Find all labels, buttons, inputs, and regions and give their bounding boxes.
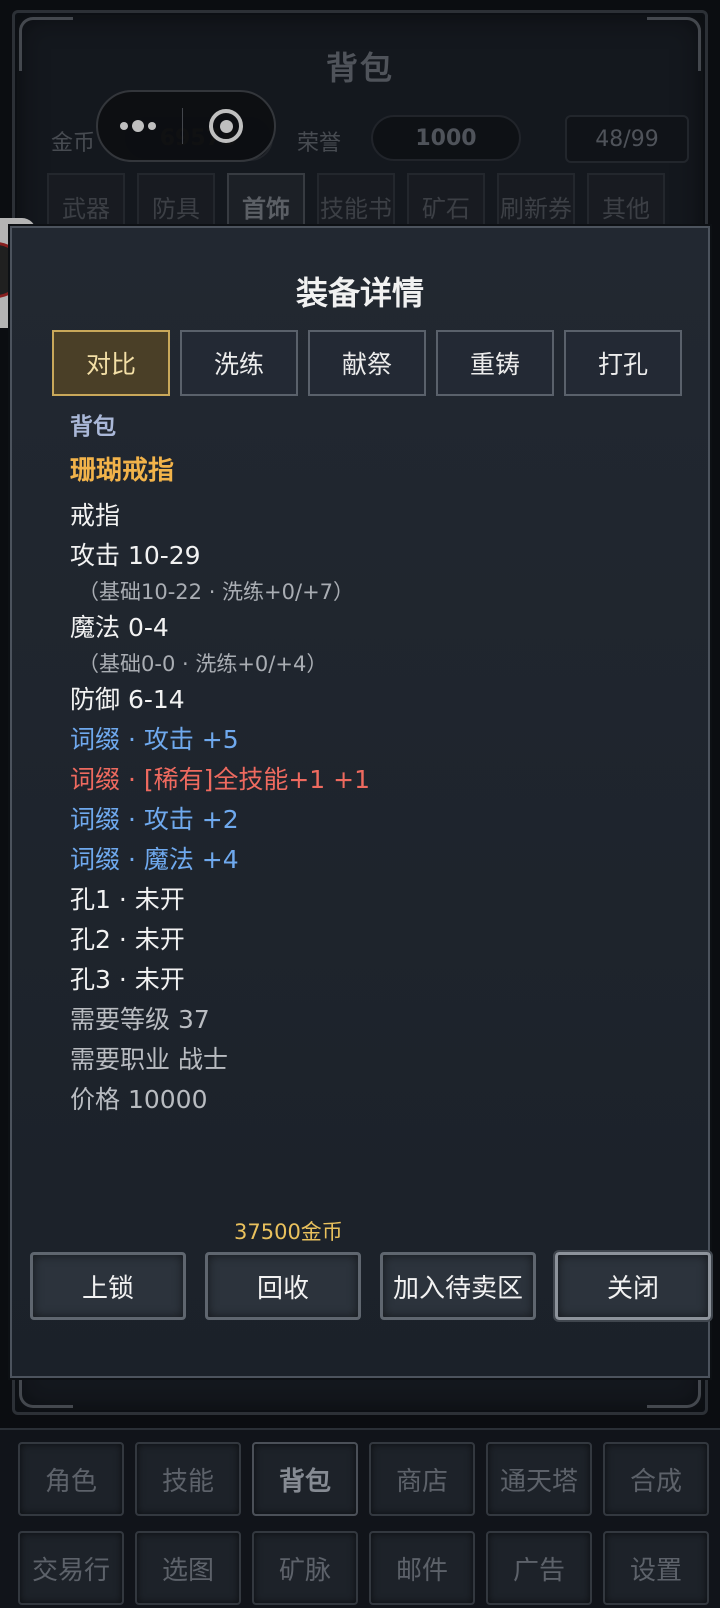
- affix-line: 词缀 · 攻击 +5: [70, 725, 239, 754]
- nav-character[interactable]: 角色: [18, 1442, 124, 1516]
- nav-synthesis[interactable]: 合成: [603, 1442, 709, 1516]
- nav-skills[interactable]: 技能: [135, 1442, 241, 1516]
- nav-trading[interactable]: 交易行: [18, 1531, 124, 1605]
- tab-reforge[interactable]: 重铸: [436, 330, 554, 396]
- nav-shop[interactable]: 商店: [369, 1442, 475, 1516]
- required-level: 需要等级 37: [70, 1005, 210, 1034]
- nav-mail[interactable]: 邮件: [369, 1531, 475, 1605]
- required-class: 需要职业 战士: [70, 1045, 228, 1074]
- action-buttons: 上锁 回收 加入待卖区 关闭: [30, 1250, 713, 1322]
- add-to-sell-button[interactable]: 加入待卖区: [380, 1252, 536, 1320]
- item-price: 价格 10000: [70, 1085, 208, 1114]
- item-info: 背包 珊瑚戒指 戒指 攻击 10-29 （基础10-22 · 洗练+0/+7） …: [70, 408, 370, 1120]
- lock-button[interactable]: 上锁: [30, 1252, 186, 1320]
- item-type: 戒指: [70, 501, 121, 530]
- nav-ads[interactable]: 广告: [486, 1531, 592, 1605]
- nav-map-select[interactable]: 选图: [135, 1531, 241, 1605]
- attack-stat: 攻击 10-29: [70, 541, 201, 570]
- nav-settings[interactable]: 设置: [603, 1531, 709, 1605]
- tab-refine[interactable]: 洗练: [180, 330, 298, 396]
- item-source: 背包: [70, 414, 116, 440]
- socket-line: 孔1 · 未开: [70, 885, 185, 914]
- tab-socket[interactable]: 打孔: [564, 330, 682, 396]
- affix-line: 词缀 · 攻击 +2: [70, 805, 239, 834]
- nav-tower[interactable]: 通天塔: [486, 1442, 592, 1516]
- attack-detail: （基础10-22 · 洗练+0/+7）: [78, 580, 355, 604]
- tab-sacrifice[interactable]: 献祭: [308, 330, 426, 396]
- modal-tabs: 对比 洗练 献祭 重铸 打孔: [52, 330, 682, 396]
- recycle-button[interactable]: 回收: [205, 1252, 361, 1320]
- recycle-value: 37500金币: [234, 1220, 343, 1244]
- affix-line-rare: 词缀 · [稀有]全技能+1 +1: [70, 765, 371, 794]
- socket-line: 孔2 · 未开: [70, 925, 185, 954]
- nav-mine[interactable]: 矿脉: [252, 1531, 358, 1605]
- defense-stat: 防御 6-14: [70, 685, 185, 714]
- magic-detail: （基础0-0 · 洗练+0/+4）: [78, 652, 328, 676]
- item-name: 珊瑚戒指: [70, 456, 175, 486]
- socket-line: 孔3 · 未开: [70, 965, 185, 994]
- nav-bag[interactable]: 背包: [252, 1442, 358, 1516]
- magic-stat: 魔法 0-4: [70, 613, 169, 642]
- affix-line: 词缀 · 魔法 +4: [70, 845, 239, 874]
- tab-compare[interactable]: 对比: [52, 330, 170, 396]
- close-button[interactable]: 关闭: [553, 1250, 713, 1322]
- bottom-nav: 角色 技能 背包 商店 通天塔 合成 交易行 选图 矿脉 邮件 广告 设置: [0, 1428, 720, 1608]
- equipment-detail-modal: 装备详情 对比 洗练 献祭 重铸 打孔 背包 珊瑚戒指 戒指 攻击 10-29 …: [10, 226, 713, 1378]
- modal-title: 装备详情: [295, 274, 424, 312]
